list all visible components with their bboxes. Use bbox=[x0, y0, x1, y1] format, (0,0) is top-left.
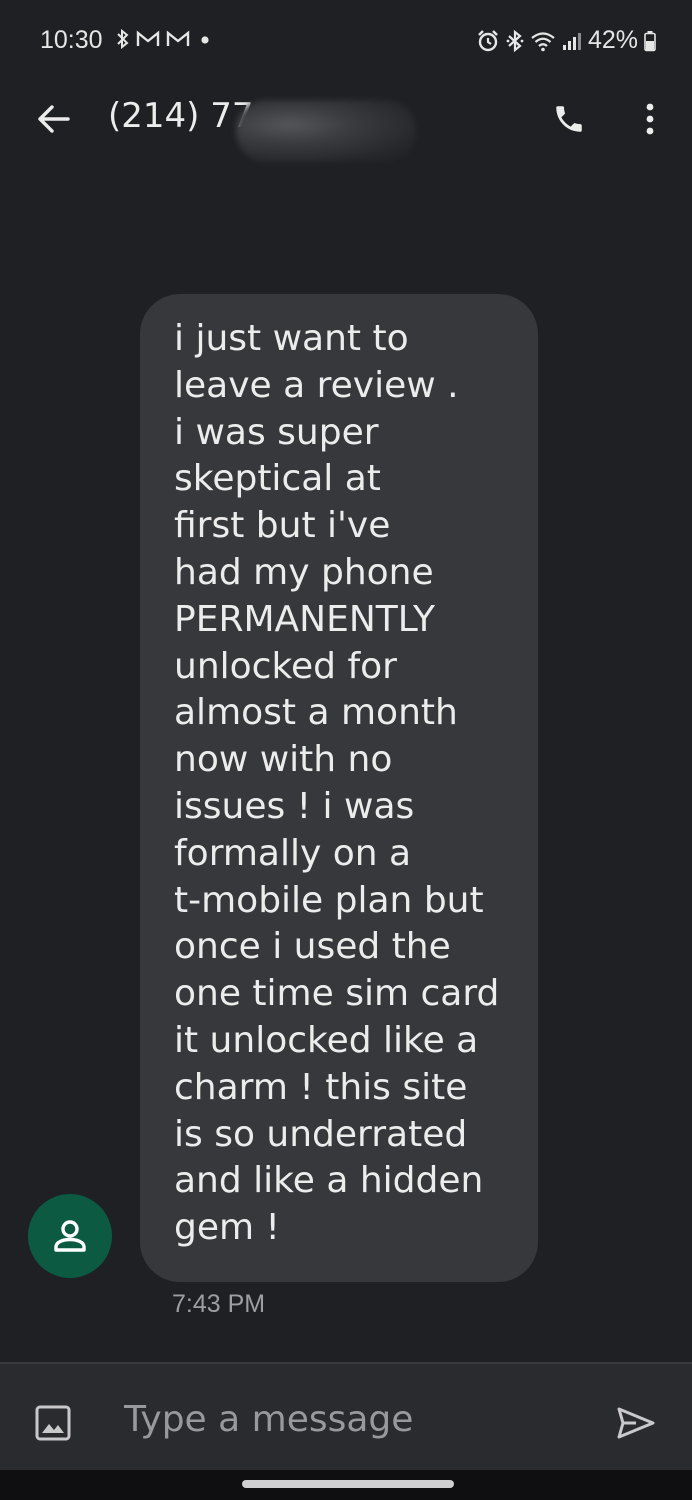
bluetooth-icon bbox=[506, 29, 524, 52]
status-system-icons: 42% bbox=[476, 26, 656, 55]
status-notification-icons bbox=[116, 28, 214, 50]
compose-bar bbox=[0, 1362, 692, 1470]
bluetooth-icon bbox=[117, 28, 129, 50]
send-button[interactable] bbox=[612, 1400, 660, 1446]
attach-image-button[interactable] bbox=[30, 1400, 76, 1446]
message-timestamp: 7:43 PM bbox=[172, 1290, 266, 1318]
image-icon bbox=[35, 1405, 71, 1441]
back-button[interactable] bbox=[30, 96, 76, 142]
signal-icon bbox=[562, 32, 581, 50]
conversation-app-bar: (214) 77 bbox=[0, 82, 692, 162]
status-bar: 10:30 42% bbox=[0, 0, 692, 82]
home-indicator[interactable] bbox=[242, 1480, 454, 1488]
contact-title: (214) 77 bbox=[108, 96, 254, 136]
sender-avatar[interactable] bbox=[28, 1194, 112, 1278]
battery-icon bbox=[644, 30, 656, 51]
gmail-icon bbox=[166, 30, 190, 46]
send-icon bbox=[617, 1407, 655, 1439]
redaction-blur bbox=[236, 100, 416, 162]
navigation-bar bbox=[0, 1470, 692, 1500]
notification-dot-icon bbox=[201, 36, 209, 44]
arrow-left-icon bbox=[38, 105, 70, 133]
phone-icon bbox=[556, 106, 582, 132]
more-vert-icon bbox=[646, 103, 654, 135]
alarm-icon bbox=[478, 29, 498, 51]
incoming-message-bubble[interactable]: i just want to leave a review . i was su… bbox=[140, 294, 538, 1282]
battery-percent: 42% bbox=[587, 26, 638, 54]
gmail-icon bbox=[136, 30, 160, 46]
call-button[interactable] bbox=[546, 96, 592, 142]
wifi-icon bbox=[531, 31, 555, 51]
more-options-button[interactable] bbox=[628, 96, 672, 142]
person-icon bbox=[54, 1220, 86, 1252]
status-time: 10:30 bbox=[40, 26, 103, 54]
message-text: i just want to leave a review . i was su… bbox=[174, 318, 500, 1249]
message-input[interactable] bbox=[120, 1392, 584, 1446]
